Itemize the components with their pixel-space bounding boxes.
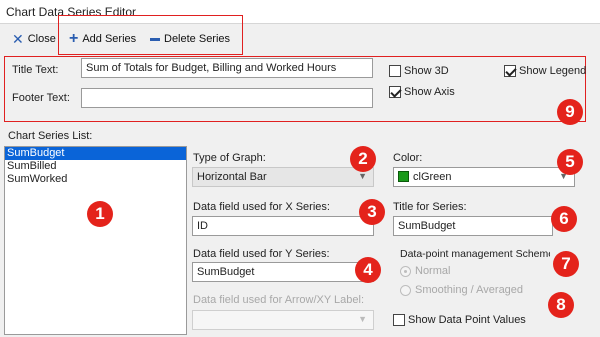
chevron-down-icon: ▼ (358, 314, 367, 324)
graph-type-value: Horizontal Bar (197, 171, 267, 183)
series-title-input[interactable]: SumBudget (393, 216, 553, 236)
show-axis-label: Show Axis (404, 86, 455, 98)
color-swatch (398, 171, 409, 182)
series-title-label: Title for Series: (393, 201, 467, 213)
close-label: Close (27, 33, 56, 45)
series-list-item[interactable]: SumBudget (5, 147, 186, 160)
annotation-badge-8: 8 (548, 292, 574, 318)
radio-normal-label: Normal (415, 265, 451, 277)
chevron-down-icon: ▼ (358, 171, 367, 181)
color-label: Color: (393, 152, 423, 164)
color-value: clGreen (413, 171, 452, 183)
series-list[interactable]: SumBudget SumBilled SumWorked (4, 146, 187, 335)
footer-text-label: Footer Text: (12, 92, 70, 104)
close-button[interactable]: ✕ Close (12, 30, 56, 48)
show-data-point-values-label: Show Data Point Values (408, 314, 526, 326)
title-text-label: Title Text: (12, 64, 59, 76)
series-list-label: Chart Series List: (8, 130, 93, 142)
annotation-badge-7: 7 (553, 251, 579, 277)
annotation-badge-4: 4 (355, 257, 381, 283)
color-select[interactable]: clGreen ▼ (393, 167, 575, 187)
show-3d-label: Show 3D (404, 65, 449, 77)
show-3d-checkbox[interactable]: Show 3D (389, 65, 449, 77)
radio-unselected-icon (400, 284, 411, 296)
highlight-toolbar (58, 15, 243, 55)
series-list-item[interactable]: SumWorked (5, 173, 186, 186)
show-data-point-values-checkbox[interactable]: Show Data Point Values (393, 314, 526, 326)
annotation-badge-2: 2 (350, 146, 376, 172)
graph-type-label: Type of Graph: (193, 152, 266, 164)
show-legend-label: Show Legend (519, 65, 587, 77)
footer-text-input[interactable] (81, 88, 373, 108)
annotation-badge-5: 5 (557, 149, 583, 175)
x-field-input[interactable]: ID (192, 216, 374, 236)
checkbox-checked-icon (389, 86, 401, 98)
close-icon: ✕ (12, 31, 24, 47)
checkbox-unchecked-icon (389, 65, 401, 77)
graph-type-select[interactable]: Horizontal Bar ▼ (192, 167, 374, 187)
checkbox-checked-icon (504, 65, 516, 77)
annotation-badge-6: 6 (551, 206, 577, 232)
show-axis-checkbox[interactable]: Show Axis (389, 86, 455, 98)
annotation-badge-3: 3 (359, 199, 385, 225)
radio-smoothing[interactable]: Smoothing / Averaged (400, 284, 523, 296)
x-field-label: Data field used for X Series: (193, 201, 330, 213)
radio-selected-icon (400, 265, 411, 277)
radio-smoothing-label: Smoothing / Averaged (415, 284, 524, 296)
annotation-badge-1: 1 (87, 201, 113, 227)
arrow-field-label: Data field used for Arrow/XY Label: (193, 294, 365, 306)
y-field-label: Data field used for Y Series: (193, 248, 330, 260)
annotation-badge-9: 9 (557, 99, 583, 125)
arrow-field-select[interactable]: ▼ (192, 310, 374, 330)
radio-normal[interactable]: Normal (400, 265, 450, 277)
series-list-item[interactable]: SumBilled (5, 160, 186, 173)
show-legend-checkbox[interactable]: Show Legend (504, 65, 586, 77)
datapoint-scheme-label: Data-point management Scheme (400, 248, 550, 260)
checkbox-unchecked-icon (393, 314, 405, 326)
y-field-input[interactable]: SumBudget (192, 262, 374, 282)
title-text-input[interactable]: Sum of Totals for Budget, Billing and Wo… (81, 58, 373, 78)
